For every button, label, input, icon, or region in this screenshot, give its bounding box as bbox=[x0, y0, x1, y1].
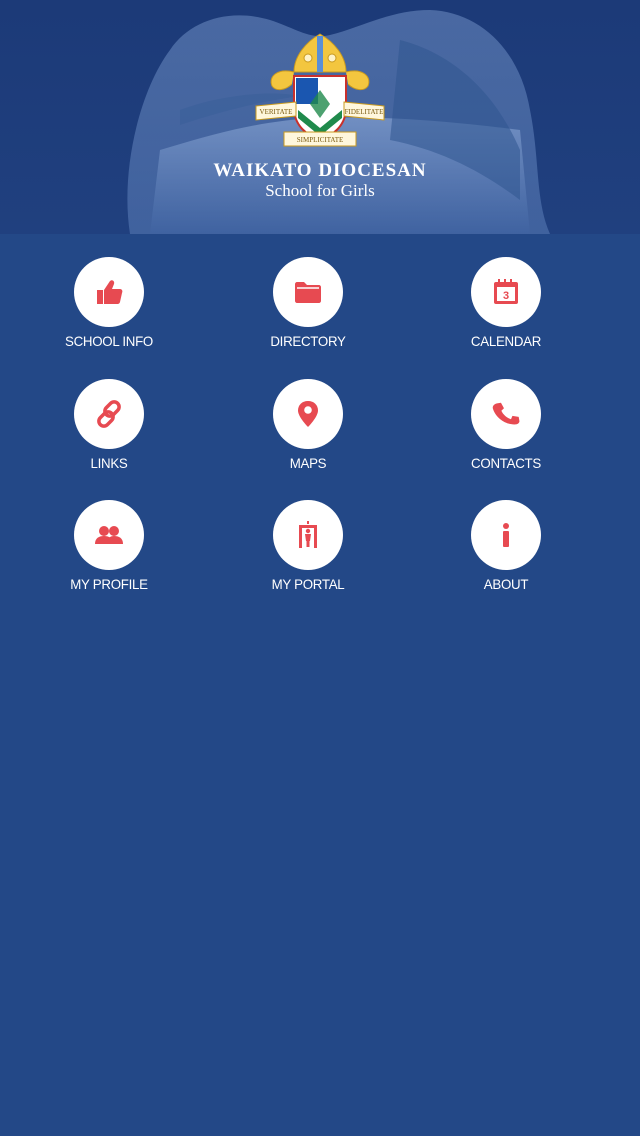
calendar-day-number: 3 bbox=[503, 290, 509, 302]
menu-item-about[interactable]: ABOUT bbox=[406, 500, 606, 610]
motto-left: VERITATE bbox=[260, 108, 293, 116]
menu-item-links[interactable]: LINKS bbox=[9, 379, 209, 489]
contacts-button[interactable] bbox=[471, 379, 541, 449]
my-profile-button[interactable] bbox=[74, 500, 144, 570]
school-crest-logo: VERITATE FIDELITATE SIMPLICITATE bbox=[255, 33, 385, 147]
portal-icon bbox=[299, 521, 317, 548]
calendar-label: CALENDAR bbox=[470, 333, 542, 349]
phone-icon bbox=[492, 402, 520, 425]
motto-right: FIDELITATE bbox=[345, 108, 384, 116]
menu-item-maps[interactable]: MAPS bbox=[208, 379, 408, 489]
thumbs-up-icon bbox=[97, 280, 123, 304]
menu-item-contacts[interactable]: CONTACTS bbox=[406, 379, 606, 489]
menu-item-my-profile[interactable]: MY PROFILE bbox=[9, 500, 209, 610]
about-label: ABOUT bbox=[483, 576, 529, 592]
motto-bottom: SIMPLICITATE bbox=[297, 136, 344, 144]
users-icon bbox=[95, 526, 123, 544]
header-banner: VERITATE FIDELITATE SIMPLICITATE WAIKATO… bbox=[0, 0, 640, 234]
my-portal-button[interactable] bbox=[273, 500, 343, 570]
my-profile-label: MY PROFILE bbox=[70, 576, 148, 592]
folder-icon bbox=[295, 282, 321, 303]
menu-item-calendar[interactable]: 3 CALENDAR bbox=[406, 257, 606, 367]
links-button[interactable] bbox=[74, 379, 144, 449]
directory-button[interactable] bbox=[273, 257, 343, 327]
directory-label: DIRECTORY bbox=[270, 333, 346, 349]
info-icon bbox=[503, 523, 509, 547]
about-button[interactable] bbox=[471, 500, 541, 570]
school-name-title: WAIKATO DIOCESAN bbox=[213, 160, 427, 181]
links-label: LINKS bbox=[90, 455, 128, 471]
calendar-button[interactable]: 3 bbox=[471, 257, 541, 327]
my-portal-label: MY PORTAL bbox=[271, 576, 345, 592]
contacts-label: CONTACTS bbox=[471, 455, 541, 471]
link-icon bbox=[97, 400, 121, 428]
menu-item-school-info[interactable]: SCHOOL INFO bbox=[9, 257, 209, 367]
school-info-button[interactable] bbox=[74, 257, 144, 327]
school-name-subtitle: School for Girls bbox=[265, 181, 375, 200]
map-pin-icon bbox=[298, 401, 318, 427]
school-info-label: SCHOOL INFO bbox=[64, 333, 153, 349]
menu-item-directory[interactable]: DIRECTORY bbox=[208, 257, 408, 367]
calendar-icon: 3 bbox=[494, 279, 518, 304]
maps-button[interactable] bbox=[273, 379, 343, 449]
menu-grid: SCHOOL INFO DIRECTORY 3 CALENDAR LINKS M… bbox=[0, 234, 640, 614]
maps-label: MAPS bbox=[289, 455, 327, 471]
menu-item-my-portal[interactable]: MY PORTAL bbox=[208, 500, 408, 610]
